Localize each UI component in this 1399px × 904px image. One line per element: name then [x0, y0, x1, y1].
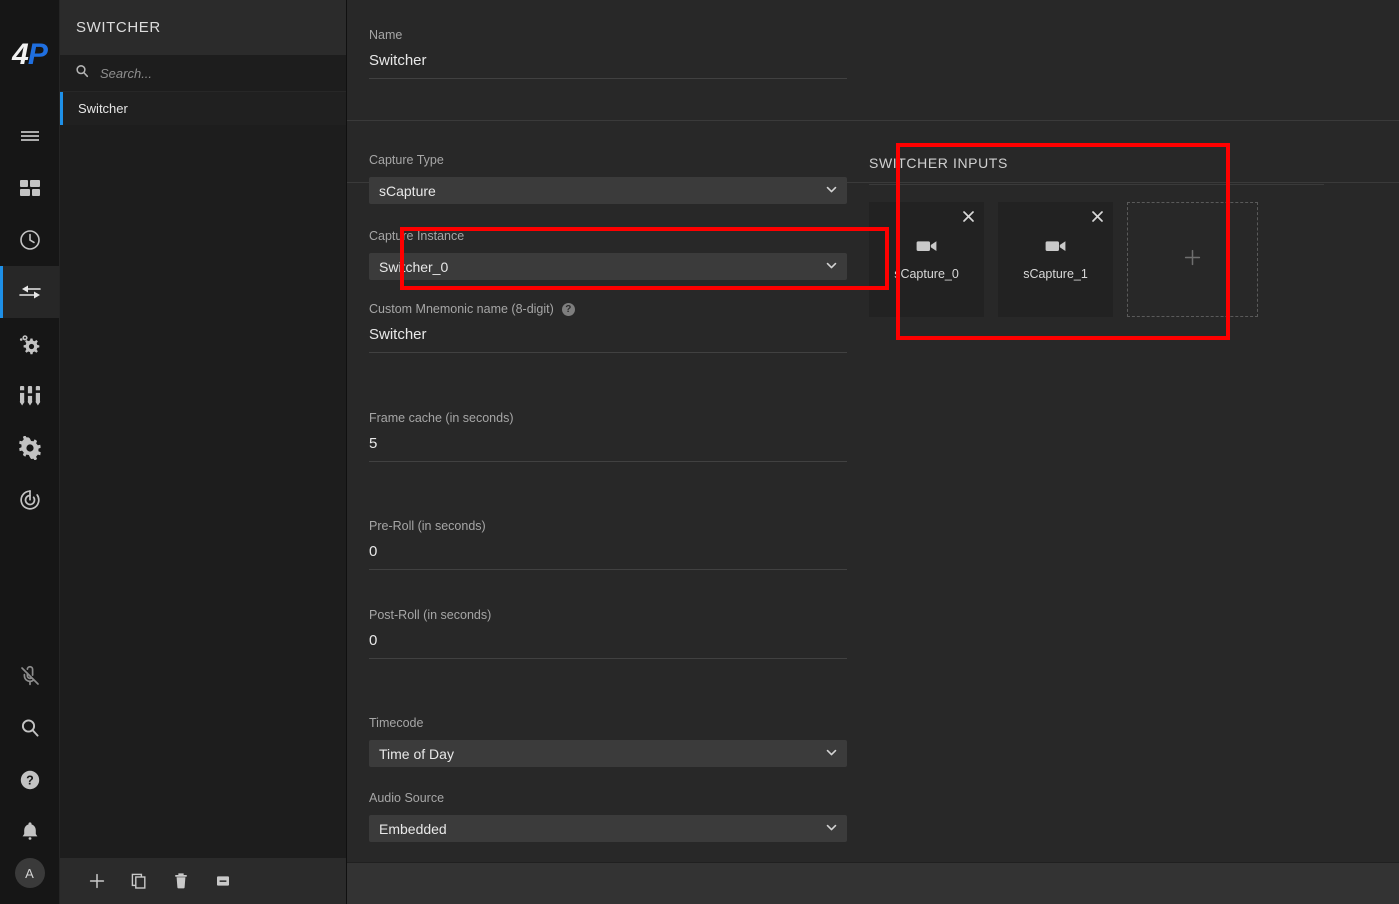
- chevron-down-icon: [825, 746, 838, 762]
- chevron-down-icon: [825, 183, 838, 199]
- add-switcher-input-card[interactable]: [1127, 202, 1258, 317]
- power-radar-icon[interactable]: [0, 474, 59, 526]
- avatar[interactable]: A: [14, 858, 45, 888]
- settings-gear-icon[interactable]: [0, 422, 59, 474]
- switcher-input-card[interactable]: sCapture_0: [869, 202, 984, 317]
- section-divider-top: [347, 120, 1399, 121]
- mixer-faders-icon[interactable]: [0, 370, 59, 422]
- field-mnemonic-value[interactable]: Switcher: [369, 326, 847, 353]
- app-logo: 4P: [0, 0, 59, 110]
- capture-instance-value: Switcher_0: [379, 258, 449, 275]
- field-mnemonic-label-text: Custom Mnemonic name (8-digit): [369, 302, 554, 316]
- field-name-label: Name: [369, 28, 403, 42]
- dashboard-grid-icon[interactable]: [0, 162, 59, 214]
- field-audio-source: Audio Source Embedded: [369, 791, 847, 842]
- capture-type-select[interactable]: sCapture: [369, 177, 847, 204]
- field-pre-roll: Pre-Roll (in seconds) 0: [369, 519, 847, 570]
- switcher-input-label: sCapture_0: [894, 266, 959, 281]
- chevron-down-icon: [825, 821, 838, 837]
- field-frame-cache-label: Frame cache (in seconds): [369, 411, 514, 425]
- plus-icon: [1183, 248, 1202, 272]
- audio-source-value: Embedded: [379, 820, 447, 837]
- main-footer-bar: [347, 862, 1399, 904]
- hamburger-menu-icon[interactable]: [0, 110, 59, 162]
- field-post-roll-value[interactable]: 0: [369, 632, 847, 659]
- search-icon[interactable]: [0, 702, 59, 754]
- field-pre-roll-label: Pre-Roll (in seconds): [369, 519, 486, 533]
- field-timecode: Timecode Time of Day: [369, 716, 847, 767]
- field-post-roll: Post-Roll (in seconds) 0: [369, 608, 847, 659]
- help-circle-icon[interactable]: ?: [0, 754, 59, 806]
- clock-history-icon[interactable]: [0, 214, 59, 266]
- microphone-muted-icon[interactable]: [0, 650, 59, 702]
- chevron-down-icon: [825, 259, 838, 275]
- field-pre-roll-value[interactable]: 0: [369, 543, 847, 570]
- logo-text-p: P: [27, 38, 48, 71]
- main-scroll-area: Name Switcher Capture Type sCapture Capt…: [347, 0, 1399, 862]
- video-camera-icon: [1045, 239, 1067, 258]
- field-capture-type: Capture Type sCapture: [369, 153, 847, 204]
- field-mnemonic: Custom Mnemonic name (8-digit) ? Switche…: [369, 302, 847, 353]
- capture-type-value: sCapture: [379, 182, 436, 199]
- help-circle-icon[interactable]: ?: [561, 302, 575, 316]
- list-item-switcher[interactable]: Switcher: [60, 92, 346, 125]
- app-root: 4P ? A SWITCHER Search... Switcher Name …: [0, 0, 1399, 904]
- switcher-inputs-card-list: sCapture_0 sCapture_1: [869, 202, 1324, 317]
- field-name-value[interactable]: Switcher: [369, 52, 847, 79]
- close-icon[interactable]: [1089, 208, 1105, 224]
- search-icon: [74, 63, 90, 84]
- audio-source-select[interactable]: Embedded: [369, 815, 847, 842]
- main-content: Name Switcher Capture Type sCapture Capt…: [347, 0, 1399, 904]
- plus-icon[interactable]: [84, 868, 110, 894]
- left-nav-rail: 4P ? A: [0, 0, 59, 904]
- list-panel-title: SWITCHER: [60, 0, 346, 55]
- list-footer-toolbar: [60, 858, 346, 904]
- field-capture-instance: Capture Instance Switcher_0: [369, 229, 847, 280]
- bell-icon[interactable]: [0, 806, 59, 858]
- field-name: Name Switcher: [369, 28, 847, 79]
- field-audio-source-label: Audio Source: [369, 791, 445, 805]
- minus-square-icon[interactable]: [210, 868, 236, 894]
- field-capture-type-label: Capture Type: [369, 153, 444, 167]
- trash-icon[interactable]: [168, 868, 194, 894]
- switcher-input-card[interactable]: sCapture_1: [998, 202, 1113, 317]
- capture-instance-select[interactable]: Switcher_0: [369, 253, 847, 280]
- automation-gears-icon[interactable]: [0, 318, 59, 370]
- switcher-inputs-panel: SWITCHER INPUTS sCapture_0 sCapture_1: [869, 155, 1324, 317]
- timecode-value: Time of Day: [379, 745, 454, 762]
- switcher-inputs-title: SWITCHER INPUTS: [869, 155, 1324, 185]
- switcher-input-label: sCapture_1: [1023, 266, 1088, 281]
- field-frame-cache: Frame cache (in seconds) 5: [369, 411, 847, 462]
- logo-text-4: 4: [12, 38, 29, 71]
- list-item-label: Switcher: [78, 101, 128, 116]
- svg-text:?: ?: [26, 774, 34, 788]
- video-camera-icon: [916, 239, 938, 258]
- copy-icon[interactable]: [126, 868, 152, 894]
- switcher-list-panel: SWITCHER Switcher: [59, 0, 347, 904]
- field-timecode-label: Timecode: [369, 716, 424, 730]
- search-input[interactable]: [100, 65, 346, 81]
- search-row: [60, 55, 346, 92]
- field-post-roll-label: Post-Roll (in seconds): [369, 608, 492, 622]
- sidebar-item-switcher[interactable]: [0, 266, 59, 318]
- field-mnemonic-label: Custom Mnemonic name (8-digit) ?: [369, 302, 847, 316]
- field-frame-cache-value[interactable]: 5: [369, 435, 847, 462]
- list-body-empty-area: [60, 125, 346, 858]
- timecode-select[interactable]: Time of Day: [369, 740, 847, 767]
- close-icon[interactable]: [960, 208, 976, 224]
- field-capture-instance-label: Capture Instance: [369, 229, 465, 243]
